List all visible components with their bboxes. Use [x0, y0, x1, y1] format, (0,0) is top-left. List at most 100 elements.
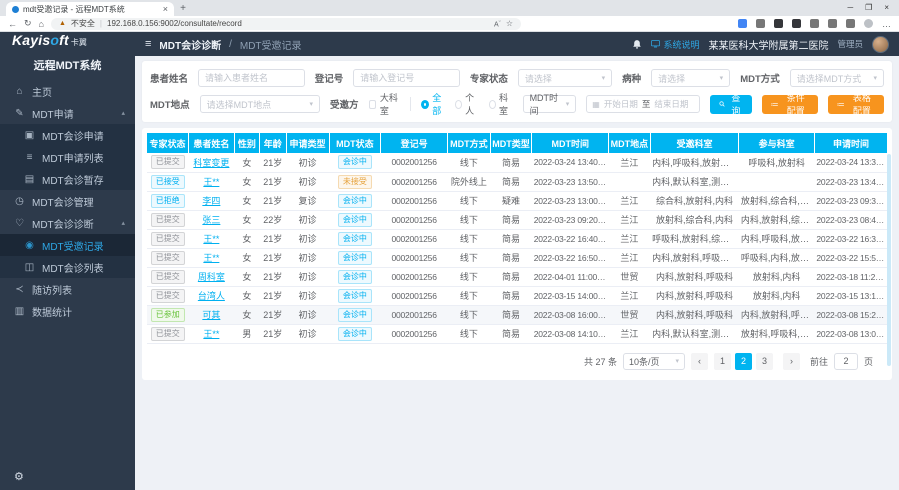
browser-profile-icon[interactable] — [864, 19, 873, 28]
user-avatar[interactable] — [872, 36, 889, 53]
condition-config-button[interactable]: ≔条件配置 — [762, 95, 818, 114]
sidebar-collapse-icon[interactable]: ≡ — [145, 38, 151, 50]
page-button-2[interactable]: 2 — [735, 353, 752, 370]
page-size-select[interactable]: 10条/页▾ — [623, 353, 685, 370]
patient-name-link[interactable]: 张三 — [202, 215, 220, 225]
patient-name-link[interactable]: 王** — [203, 329, 219, 339]
mdt-time-select[interactable]: MDT时间▾ — [523, 95, 577, 113]
browser-menu-icon[interactable]: … — [882, 19, 891, 29]
back-icon[interactable]: ← — [8, 19, 17, 29]
window-minimize-icon[interactable]: ─ — [847, 3, 853, 12]
search-icon — [719, 100, 725, 108]
patient-name-link[interactable]: 科室变更 — [193, 158, 229, 168]
patient-name-input[interactable] — [198, 69, 305, 87]
sidebar-item-mdt-consult-apply[interactable]: ▣MDT会诊申请 — [0, 124, 135, 146]
browser-extension-icon[interactable] — [756, 19, 765, 28]
dept-group-checkbox[interactable]: 大科室 — [369, 91, 401, 117]
refresh-icon[interactable]: ↻ — [24, 18, 32, 29]
patient-name-label: 患者姓名 — [150, 71, 188, 85]
sidebar-item-mdt-diagnosis[interactable]: ♡MDT会诊诊断▴ — [0, 212, 135, 234]
invited-depts-cell: 综合科,放射科,内科 — [650, 191, 739, 210]
url-field[interactable]: ▲ 不安全 | 192.168.0.156:9002/consultate/re… — [51, 18, 521, 30]
system-help-link[interactable]: 系统说明 — [651, 38, 699, 51]
radio-dept[interactable]: 科室 — [489, 91, 513, 117]
mdt-mode-cell: 线下 — [447, 191, 490, 210]
patient-name-link[interactable]: 王** — [203, 234, 219, 244]
chevron-up-icon: ▴ — [121, 219, 125, 227]
register-no-input[interactable] — [353, 69, 460, 87]
browser-extension-icon[interactable] — [774, 19, 783, 28]
home-icon[interactable]: ⌂ — [39, 19, 44, 29]
mdt-location-select[interactable]: 请选择MDT地点▾ — [200, 95, 320, 113]
column-header: 性别 — [234, 133, 259, 153]
expert-status-select[interactable]: 请选择▾ — [518, 69, 612, 87]
window-maximize-icon[interactable]: ❐ — [865, 3, 872, 12]
next-page-button[interactable]: › — [783, 353, 800, 370]
sidebar-item-followup-list[interactable]: ≺随访列表 — [0, 278, 135, 300]
radio-personal[interactable]: 个人 — [455, 91, 479, 117]
disease-select[interactable]: 请选择▾ — [651, 69, 730, 87]
mdt-status-badge: 未接受 — [338, 175, 372, 189]
sidebar-item-home[interactable]: ⌂主页 — [0, 80, 135, 102]
column-header: 申请时间 — [814, 133, 887, 153]
sidebar-item-mdt-manage[interactable]: ◷MDT会诊管理 — [0, 190, 135, 212]
invited-depts-cell: 放射科,综合科,内科 — [650, 210, 739, 229]
table-scrollbar[interactable] — [887, 154, 891, 366]
mdt-mode-cell: 线下 — [447, 210, 490, 229]
radio-all[interactable]: 全部 — [421, 91, 445, 117]
expert-status-badge: 已提交 — [151, 270, 185, 284]
tab-close-icon[interactable]: × — [163, 4, 168, 14]
search-button[interactable]: 查询 — [710, 95, 752, 114]
goto-page-input[interactable] — [834, 353, 858, 370]
column-header: MDT类型 — [490, 133, 531, 153]
sidebar-item-label: MDT会诊申请 — [42, 128, 125, 143]
sidebar-item-mdt-apply-list[interactable]: ≡MDT申请列表 — [0, 146, 135, 168]
register-no-cell: 0002001256 — [381, 248, 448, 267]
settings-gear-icon[interactable]: ⚙ — [0, 462, 135, 490]
apply-type-cell: 初诊 — [286, 248, 329, 267]
register-no-cell: 0002001256 — [381, 191, 448, 210]
window-close-icon[interactable]: × — [884, 3, 889, 12]
browser-extension-icon[interactable] — [810, 19, 819, 28]
sidebar-item-mdt-consult-list[interactable]: ◫MDT会诊列表 — [0, 256, 135, 278]
sidebar-item-mdt-invite-record[interactable]: ◉MDT受邀记录 — [0, 234, 135, 256]
sidebar-item-statistics[interactable]: ▥数据统计 — [0, 300, 135, 322]
browser-collections-icon[interactable] — [846, 19, 855, 28]
gender-cell: 女 — [234, 172, 259, 191]
mdt-time-cell: 2022-03-15 14:00:00 — [532, 286, 609, 305]
notification-bell-icon[interactable] — [632, 39, 642, 50]
mdt-type-cell: 简易 — [490, 172, 531, 191]
patient-name-link[interactable]: 李四 — [202, 196, 220, 206]
page-button-1[interactable]: 1 — [714, 353, 731, 370]
expert-status-badge: 已提交 — [151, 232, 185, 246]
mdt-mode-select[interactable]: 请选择MDT方式▾ — [790, 69, 884, 87]
apply-time-cell: 2022-03-22 15:57:03 — [814, 248, 887, 267]
mdt-status-cell: 会诊中 — [329, 286, 381, 305]
favorite-star-icon[interactable]: ☆ — [506, 19, 513, 28]
sidebar-item-label: MDT申请列表 — [42, 150, 125, 165]
page-button-3[interactable]: 3 — [756, 353, 773, 370]
patient-name-link[interactable]: 王** — [203, 253, 219, 263]
joined-depts-cell: 放射科,呼吸科,默认科室,测... — [739, 324, 814, 343]
sidebar-item-mdt-consult-draft[interactable]: ▤MDT会诊暂存 — [0, 168, 135, 190]
browser-extension-icon[interactable] — [792, 19, 801, 28]
browser-address-bar: ← ↻ ⌂ ▲ 不安全 | 192.168.0.156:9002/consult… — [0, 16, 899, 32]
expert-status-cell: 已提交 — [147, 229, 188, 248]
chevron-down-icon: ▾ — [675, 357, 679, 365]
patient-name-link[interactable]: 王** — [203, 177, 219, 187]
read-aloud-icon[interactable]: Aᵕ — [494, 19, 501, 28]
patient-name-link[interactable]: 周科室 — [198, 272, 225, 282]
prev-page-button[interactable]: ‹ — [691, 353, 708, 370]
browser-tab[interactable]: mdt受邀记录 - 远程MDT系统 × — [6, 2, 174, 16]
apply-time-cell: 2022-03-23 09:35:39 — [814, 191, 887, 210]
patient-name-link[interactable]: 可其 — [202, 310, 220, 320]
browser-extension-icon[interactable] — [738, 19, 747, 28]
table-config-button[interactable]: ≔表格配置 — [828, 95, 884, 114]
sidebar-item-mdt-apply[interactable]: ✎MDT申请▴ — [0, 102, 135, 124]
browser-split-screen-icon[interactable] — [828, 19, 837, 28]
age-cell: 21岁 — [259, 172, 286, 191]
date-range-input[interactable]: ▦ 开始日期 至 结束日期 — [586, 95, 700, 113]
patient-name-link[interactable]: 台湾人 — [198, 291, 225, 301]
new-tab-button[interactable]: + — [174, 2, 192, 16]
invited-depts-cell: 内科,放射科,呼吸科,影像科 — [650, 248, 739, 267]
